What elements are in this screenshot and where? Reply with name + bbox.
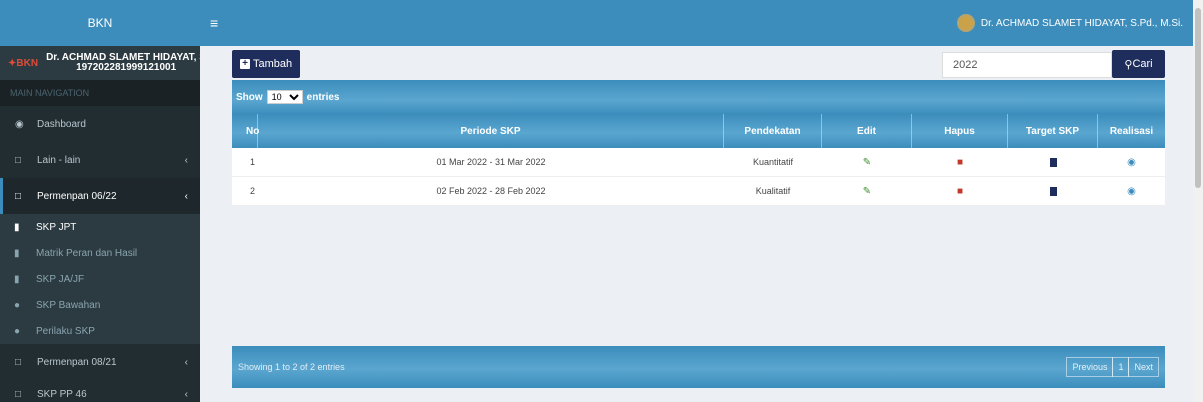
- sidebar-subitem-label: SKP JA/JF: [36, 273, 85, 285]
- column-header-edit[interactable]: Edit: [822, 114, 912, 148]
- sidebar-item-dashboard[interactable]: ◉ Dashboard: [0, 106, 200, 142]
- top-bar: BKN ≡ Dr. ACHMAD SLAMET HIDAYAT, S.Pd., …: [0, 0, 1203, 46]
- trash-icon[interactable]: ■: [957, 186, 963, 197]
- bkn-logo-icon: ✦BKN: [8, 57, 39, 69]
- book-icon: ▮: [14, 247, 20, 259]
- search-button[interactable]: ⚲ Cari: [1112, 50, 1165, 78]
- avatar: [956, 14, 975, 32]
- sidebar-item-label: Permenpan 08/21: [37, 356, 117, 368]
- page-scrollbar[interactable]: [1193, 0, 1203, 402]
- sidebar-item-lain-lain[interactable]: □ Lain - lain ‹: [0, 142, 200, 178]
- users-icon: ●: [14, 325, 21, 337]
- sidebar-item-permenpan-08-21[interactable]: □ Permenpan 08/21 ‹: [0, 344, 200, 380]
- pencil-icon[interactable]: ✎: [863, 186, 871, 197]
- pagination: Previous 1 Next: [1066, 357, 1159, 377]
- table-row: 2 02 Feb 2022 - 28 Feb 2022 Kualitatif ✎…: [232, 177, 1165, 206]
- main-content: + Tambah ⚲ Cari Show 10 entries No Perio…: [232, 46, 1165, 402]
- folder-icon: □: [15, 388, 22, 400]
- user-panel: ✦BKN Dr. ACHMAD SLAMET HIDAYAT, S 197202…: [0, 46, 200, 80]
- add-button[interactable]: + Tambah: [232, 50, 301, 78]
- chevron-left-icon: ‹: [184, 154, 188, 166]
- menu-toggle-icon[interactable]: ≡: [210, 15, 218, 31]
- file-icon[interactable]: [1049, 157, 1057, 167]
- chevron-left-icon: ‹: [184, 190, 188, 202]
- table-row: 1 01 Mar 2022 - 31 Mar 2022 Kuantitatif …: [232, 148, 1165, 177]
- sidebar-subitem-label: Matrik Peran dan Hasil: [36, 247, 138, 259]
- navbar: ≡ Dr. ACHMAD SLAMET HIDAYAT, S.Pd., M.Si…: [200, 0, 1203, 46]
- search-icon: ⚲: [1124, 58, 1133, 71]
- book-icon: ▮: [14, 273, 20, 285]
- previous-button[interactable]: Previous: [1066, 357, 1114, 377]
- sidebar-subitem-perilaku-skp[interactable]: ● Perilaku SKP: [0, 318, 200, 344]
- sidebar: ✦BKN Dr. ACHMAD SLAMET HIDAYAT, S 197202…: [0, 46, 200, 402]
- users-icon: ●: [14, 299, 21, 311]
- folder-icon: □: [15, 154, 22, 166]
- chevron-left-icon: ‹: [184, 356, 188, 368]
- sidebar-item-label: SKP PP 46: [37, 388, 87, 400]
- column-header-pendekatan[interactable]: Pendekatan: [724, 114, 822, 148]
- sidebar-subitem-skp-ja-jf[interactable]: ▮ SKP JA/JF: [0, 266, 200, 292]
- cell-periode: 02 Feb 2022 - 28 Feb 2022: [436, 186, 546, 196]
- column-header-target[interactable]: Target SKP: [1008, 114, 1098, 148]
- cell-no: 1: [250, 157, 256, 167]
- cell-periode: 01 Mar 2022 - 31 Mar 2022: [436, 157, 546, 167]
- sidebar-subitem-label: SKP Bawahan: [36, 299, 101, 311]
- scroll-thumb[interactable]: [1195, 8, 1201, 188]
- plus-icon: +: [240, 59, 250, 69]
- sidebar-subitem-label: Perilaku SKP: [36, 325, 95, 337]
- pencil-icon[interactable]: ✎: [863, 157, 871, 168]
- folder-icon: □: [15, 190, 22, 202]
- table-length-control: Show 10 entries: [232, 80, 1165, 114]
- cell-no: 2: [250, 186, 256, 196]
- column-header-periode[interactable]: Periode SKP: [258, 114, 724, 148]
- search-button-label: Cari: [1132, 58, 1153, 70]
- table-footer: Showing 1 to 2 of 2 entries Previous 1 N…: [232, 346, 1165, 388]
- sidebar-item-label: Lain - lain: [37, 154, 81, 166]
- file-icon[interactable]: [1049, 186, 1057, 196]
- submenu-permenpan-06-22: ▮ SKP JPT ▮ Matrik Peran dan Hasil ▮ SKP JA…: [0, 214, 200, 344]
- cell-pendekatan: Kualitatif: [755, 186, 791, 196]
- user-menu[interactable]: Dr. ACHMAD SLAMET HIDAYAT, S.Pd., M.Si.: [956, 14, 1183, 32]
- sidebar-subitem-skp-bawahan[interactable]: ● SKP Bawahan: [0, 292, 200, 318]
- main-nav-header: MAIN NAVIGATION: [0, 80, 200, 106]
- column-header-realisasi[interactable]: Realisasi: [1098, 114, 1165, 148]
- sidebar-item-label: Permenpan 06/22: [37, 190, 117, 202]
- dashboard-icon: ◉: [15, 118, 24, 130]
- brand-logo[interactable]: BKN: [0, 0, 200, 46]
- column-header-hapus[interactable]: Hapus: [912, 114, 1008, 148]
- next-button[interactable]: Next: [1128, 357, 1159, 377]
- add-button-label: Tambah: [253, 58, 293, 70]
- header-user-name: Dr. ACHMAD SLAMET HIDAYAT, S.Pd., M.Si.: [980, 17, 1183, 29]
- page-size-select[interactable]: 10: [266, 90, 303, 104]
- column-header-no[interactable]: No: [232, 114, 259, 148]
- sidebar-subitem-matrik[interactable]: ▮ Matrik Peran dan Hasil: [0, 240, 200, 266]
- dashboard-icon[interactable]: ◉: [1127, 186, 1136, 197]
- sidebar-item-permenpan-06-22[interactable]: □ Permenpan 06/22 ‹: [0, 178, 200, 214]
- table-body: 1 01 Mar 2022 - 31 Mar 2022 Kuantitatif …: [232, 148, 1165, 206]
- page-1-button[interactable]: 1: [1112, 357, 1130, 377]
- table-header: No Periode SKP Pendekatan Edit Hapus Tar…: [232, 114, 1165, 148]
- chevron-left-icon: ‹: [184, 388, 188, 400]
- table-info: Showing 1 to 2 of 2 entries: [238, 362, 345, 372]
- trash-icon[interactable]: ■: [957, 157, 963, 168]
- sidebar-subitem-skp-jpt[interactable]: ▮ SKP JPT: [0, 214, 200, 240]
- cell-pendekatan: Kuantitatif: [752, 157, 794, 167]
- app-root: BKN ≡ Dr. ACHMAD SLAMET HIDAYAT, S.Pd., …: [0, 0, 1203, 402]
- sidebar-item-label: Dashboard: [37, 118, 86, 130]
- skp-table: Show 10 entries No Periode SKP Pendekata…: [232, 80, 1165, 208]
- dashboard-icon[interactable]: ◉: [1127, 157, 1136, 168]
- book-icon: ▮: [14, 221, 20, 233]
- search-input[interactable]: [942, 52, 1112, 78]
- sidebar-user-nip: 197202281999121001: [76, 62, 177, 73]
- entries-label: entries: [306, 91, 340, 103]
- show-label: Show: [236, 91, 263, 103]
- folder-icon: □: [15, 356, 22, 368]
- sidebar-item-skp-pp-46[interactable]: □ SKP PP 46 ‹: [0, 380, 200, 402]
- sidebar-user-info: Dr. ACHMAD SLAMET HIDAYAT, S 19720228199…: [46, 53, 200, 73]
- sidebar-subitem-label: SKP JPT: [36, 221, 77, 233]
- brand-title: BKN: [87, 16, 113, 30]
